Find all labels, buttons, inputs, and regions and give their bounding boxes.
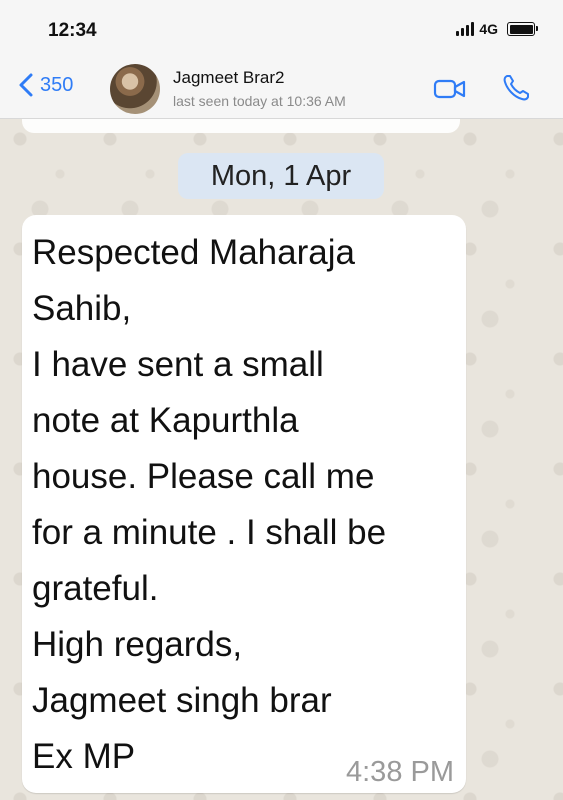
video-camera-icon[interactable]: [432, 76, 468, 102]
battery-icon: [507, 22, 538, 36]
chat-area[interactable]: Mon, 1 Apr Respected Maharaja Sahib, I h…: [0, 119, 563, 800]
message-timestamp: 4:38 PM: [346, 756, 454, 788]
chevron-left-icon: [19, 73, 33, 97]
last-seen-status: last seen today at 10:36 AM: [173, 93, 346, 109]
status-bar: 12:34 4G: [0, 0, 563, 58]
date-separator: Mon, 1 Apr: [178, 153, 384, 199]
unread-count: 350: [40, 73, 74, 96]
previous-message-bubble[interactable]: [22, 119, 460, 133]
network-label: 4G: [479, 21, 498, 37]
message-text: Respected Maharaja Sahib, I have sent a …: [32, 233, 387, 776]
chat-header: 350 Jagmeet Brar2 last seen today at 10:…: [0, 58, 563, 119]
back-button[interactable]: 350: [16, 72, 73, 98]
contact-name[interactable]: Jagmeet Brar2: [173, 68, 285, 88]
message-bubble[interactable]: Respected Maharaja Sahib, I have sent a …: [22, 215, 466, 793]
avatar[interactable]: [110, 64, 160, 114]
signal-icon: [456, 22, 475, 36]
status-time: 12:34: [48, 20, 97, 41]
phone-icon[interactable]: [500, 72, 532, 104]
status-indicators: 4G: [456, 21, 538, 37]
